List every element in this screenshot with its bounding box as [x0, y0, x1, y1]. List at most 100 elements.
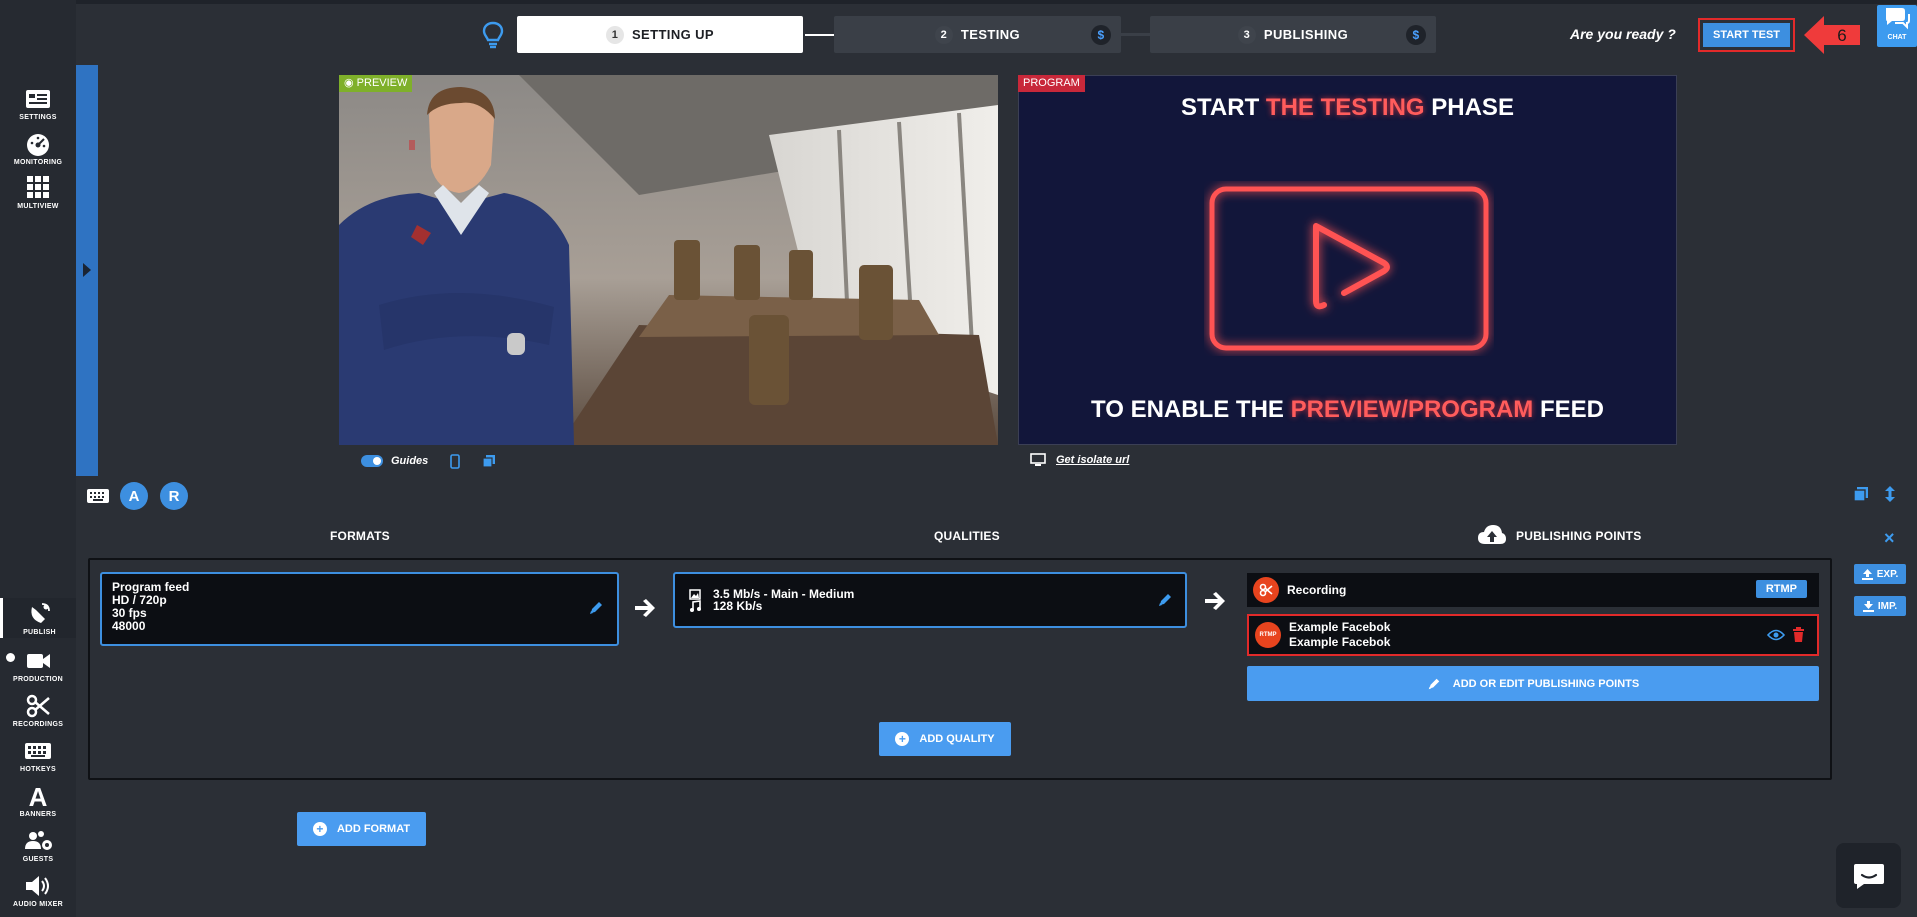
sidebar-item-settings[interactable]: SETTINGS — [0, 86, 76, 121]
preview-tag-label: PREVIEW — [356, 77, 408, 89]
eye-icon[interactable] — [1767, 629, 1785, 641]
publishing-points-header: PUBLISHING POINTS — [1516, 529, 1642, 543]
left-sidebar: SETTINGS MONITORING MULTIVIEW PUBLISH PR… — [0, 0, 76, 917]
program-feed[interactable]: START THE TESTING PHASE TO ENABLE THE PR… — [1018, 75, 1677, 445]
mobile-icon[interactable] — [450, 453, 461, 469]
keyboard-icon[interactable] — [86, 488, 110, 504]
publishing-point-recording[interactable]: Recording RTMP — [1247, 573, 1819, 607]
publishing-point-text: Example Facebok Example Facebok — [1289, 620, 1390, 650]
sidebar-item-production[interactable]: PRODUCTION — [0, 648, 76, 683]
video-camera-icon — [27, 654, 50, 668]
step-number: 2 — [934, 25, 953, 44]
step-testing[interactable]: 2 TESTING $ — [834, 16, 1121, 53]
add-quality-button[interactable]: + ADD QUALITY — [879, 722, 1011, 756]
keyboard-icon — [25, 743, 51, 759]
edit-pencil-icon[interactable] — [588, 600, 604, 616]
step-number: 3 — [1237, 25, 1256, 44]
chat-button[interactable]: CHAT — [1877, 5, 1917, 47]
add-format-button[interactable]: + ADD FORMAT — [297, 812, 426, 846]
sidebar-item-publish[interactable]: PUBLISH — [0, 598, 76, 638]
qualities-header: QUALITIES — [934, 529, 1000, 543]
trash-icon[interactable] — [1792, 627, 1805, 643]
step-number: 1 — [605, 25, 624, 44]
preview-video[interactable] — [339, 75, 998, 445]
svg-text:A: A — [29, 783, 48, 809]
sidebar-item-label: MULTIVIEW — [17, 203, 59, 210]
chat-bubble-icon — [1854, 864, 1884, 889]
preview-controls: Guides — [361, 453, 496, 469]
publishing-point-facebook[interactable]: RTMP Example Facebok Example Facebok — [1247, 614, 1819, 656]
sidebar-item-label: SETTINGS — [19, 114, 57, 121]
sidebar-item-label: PUBLISH — [23, 629, 56, 636]
add-edit-publishing-points-button[interactable]: ADD OR EDIT PUBLISHING POINTS — [1247, 666, 1819, 701]
start-test-button[interactable]: START TEST — [1703, 23, 1790, 47]
grid-icon — [27, 176, 49, 198]
step-publishing[interactable]: 3 PUBLISHING $ — [1150, 16, 1436, 53]
sidebar-item-label: HOTKEYS — [20, 766, 56, 773]
users-gear-icon — [25, 831, 52, 850]
audio-a-button[interactable]: A — [120, 482, 148, 510]
preview-image — [339, 75, 998, 445]
guides-label: Guides — [391, 455, 429, 467]
export-button[interactable]: EXP. — [1854, 564, 1906, 584]
resize-vertical-icon[interactable] — [1884, 485, 1896, 503]
chat-label: CHAT — [1887, 34, 1907, 41]
audio-r-button[interactable]: R — [160, 482, 188, 510]
step-connector — [1120, 33, 1150, 36]
get-isolate-url-link[interactable]: Get isolate url — [1056, 454, 1129, 466]
rtmp-badge[interactable]: RTMP — [1755, 580, 1807, 598]
annotation-arrow: 6 — [1804, 16, 1860, 54]
close-icon[interactable]: × — [1884, 528, 1895, 549]
ready-prompt: Are you ready ? — [1570, 26, 1676, 42]
copy-icon[interactable] — [482, 454, 496, 468]
monitor-icon — [1030, 453, 1046, 466]
sidebar-item-guests[interactable]: GUESTS — [0, 828, 76, 863]
tools-row: A R — [86, 482, 188, 510]
lightbulb-icon[interactable] — [482, 21, 504, 49]
speedometer-icon — [27, 134, 49, 156]
sidebar-item-label: RECORDINGS — [12, 721, 64, 728]
support-chat-widget[interactable] — [1836, 843, 1901, 908]
arrow-right-icon — [1205, 592, 1225, 610]
sidebar-item-audio-mixer[interactable]: AUDIO MIXER — [0, 873, 76, 908]
satellite-dish-icon — [30, 603, 50, 623]
format-fps: 30 fps — [112, 606, 147, 620]
quality-card[interactable]: 3.5 Mb/s - Main - Medium 128 Kb/s — [673, 572, 1187, 628]
program-title: START THE TESTING PHASE — [1181, 94, 1514, 121]
download-icon — [1862, 600, 1874, 612]
music-note-icon — [690, 600, 701, 612]
step-label: SETTING UP — [631, 27, 714, 42]
recording-icon — [1253, 577, 1279, 603]
eye-icon: ◉ — [344, 77, 354, 89]
cloud-upload-icon — [1478, 525, 1506, 544]
import-label: IMP. — [1877, 600, 1898, 612]
letter-a-icon: A — [29, 783, 48, 809]
annotation-number: 6 — [1837, 26, 1846, 45]
preview-tag: ◉ PREVIEW — [339, 75, 413, 92]
sidebar-item-multiview[interactable]: MULTIVIEW — [0, 175, 76, 210]
import-button[interactable]: IMP. — [1854, 596, 1906, 616]
step-label: TESTING — [960, 27, 1021, 42]
program-tag: PROGRAM — [1018, 75, 1085, 92]
settings-icon — [26, 90, 50, 108]
add-format-label: ADD FORMAT — [336, 823, 411, 835]
sidebar-item-monitoring[interactable]: MONITORING — [0, 131, 76, 166]
sidebar-item-label: GUESTS — [22, 856, 54, 863]
layers-icon[interactable] — [1852, 485, 1870, 503]
format-card[interactable]: Program feed HD / 720p 30 fps 48000 — [100, 572, 619, 646]
isolate-row: Get isolate url — [1030, 453, 1129, 467]
format-resolution: HD / 720p — [112, 593, 167, 607]
step-setting-up[interactable]: 1 SETTING UP — [517, 16, 803, 53]
sidebar-item-banners[interactable]: A BANNERS — [0, 783, 76, 818]
collapse-panel-handle[interactable] — [76, 65, 98, 476]
guides-toggle[interactable] — [361, 455, 383, 467]
arrow-right-icon — [635, 599, 655, 617]
format-audio-rate: 48000 — [112, 619, 146, 633]
dollar-icon: $ — [1406, 25, 1426, 45]
sidebar-item-recordings[interactable]: RECORDINGS — [0, 693, 76, 728]
sidebar-item-hotkeys[interactable]: HOTKEYS — [0, 738, 76, 773]
publishing-point-subname: Example Facebok — [1289, 635, 1391, 649]
edit-pencil-icon — [1428, 678, 1440, 689]
speaker-icon — [26, 876, 49, 896]
edit-pencil-icon[interactable] — [1157, 592, 1173, 608]
